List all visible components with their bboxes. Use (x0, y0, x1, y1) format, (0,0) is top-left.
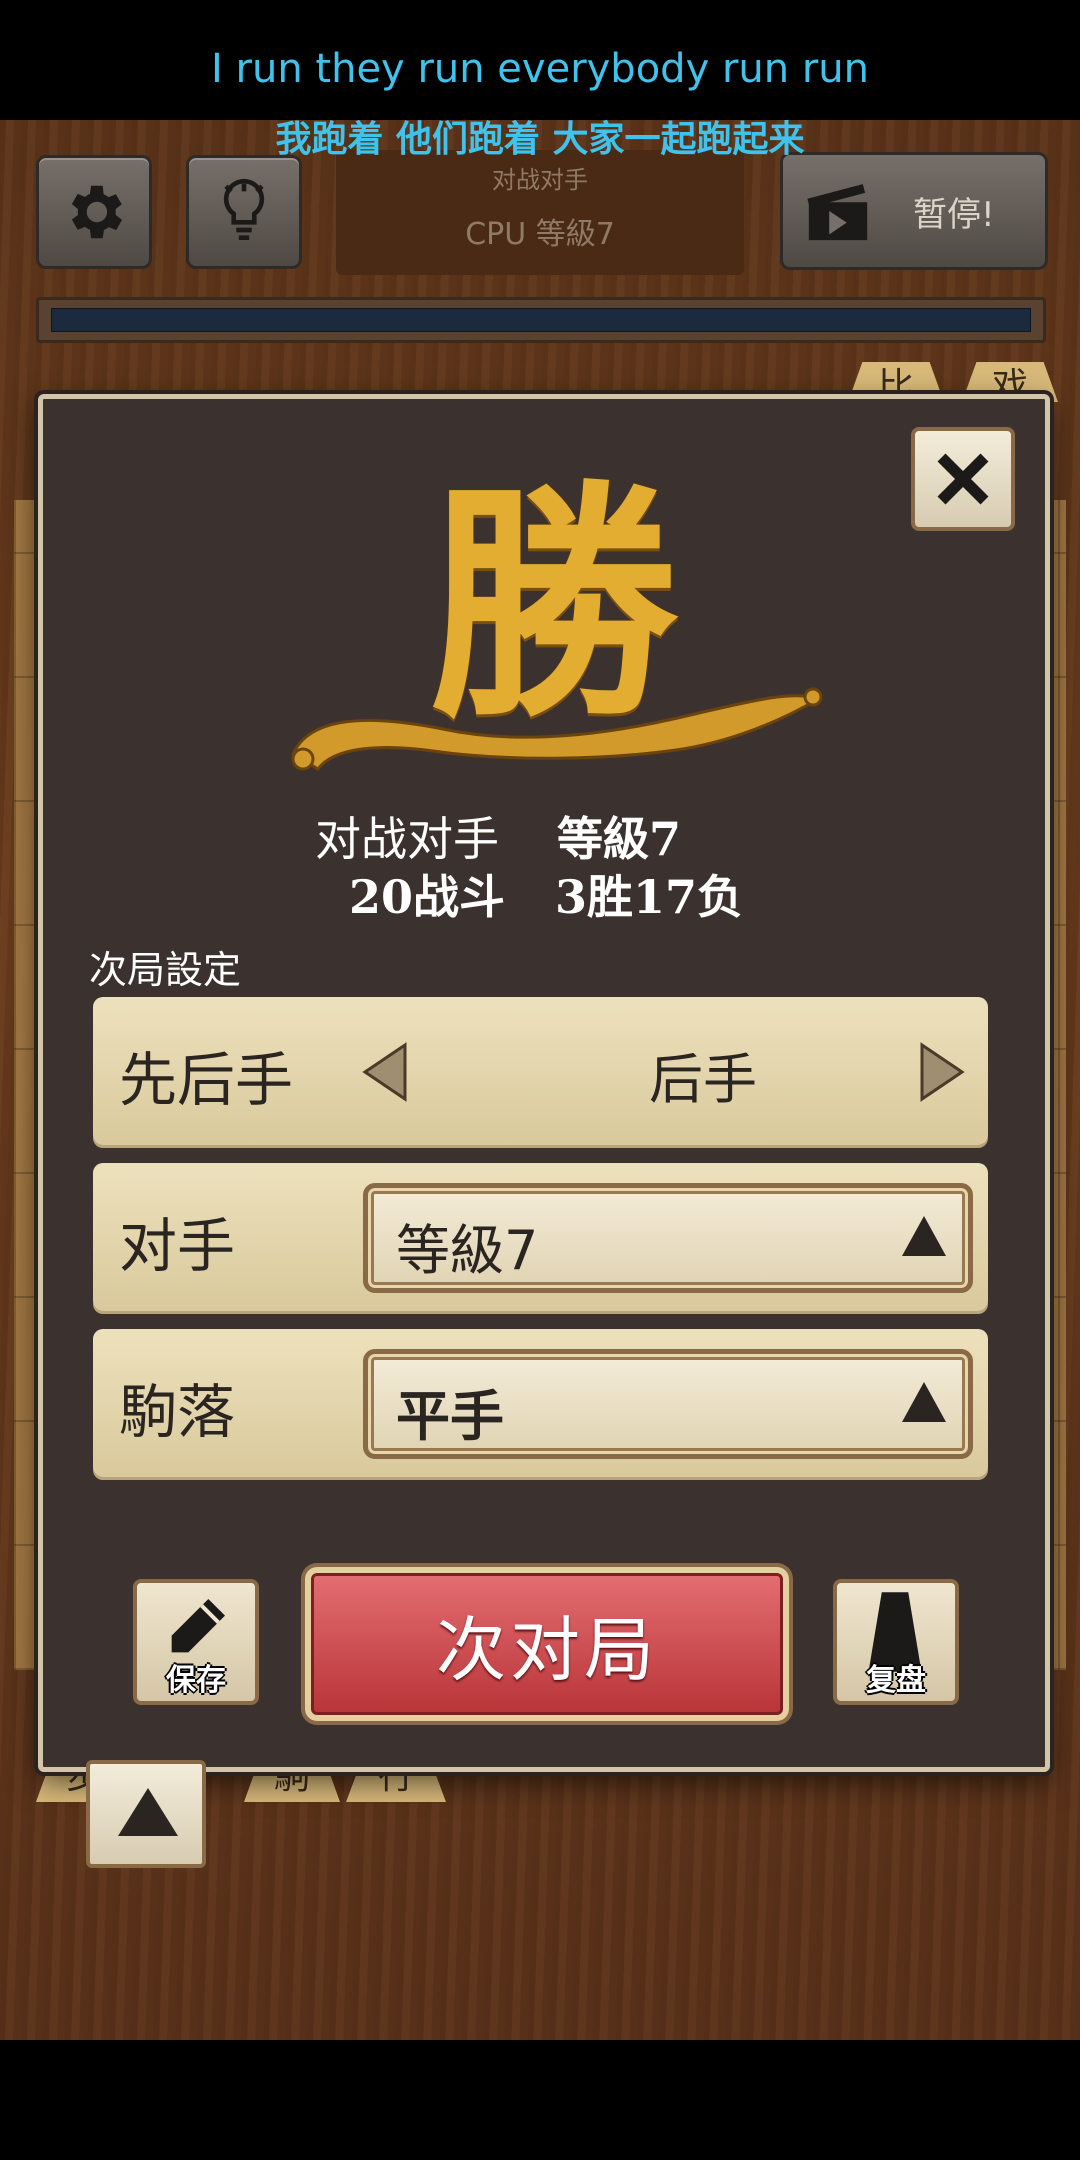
next-settings-label: 次局設定 (89, 948, 242, 992)
save-label: 保存 (166, 1663, 226, 1698)
stats-opponent-level: 等級7 (557, 812, 682, 866)
next-game-button[interactable]: 次对局 (305, 1567, 789, 1721)
opponent-info-box: 对战对手 CPU 等級7 (336, 150, 744, 275)
arrow-left-icon[interactable] (361, 1041, 409, 1103)
subtitle-line-2: 我跑着 他们跑着 大家一起跑起来 (275, 119, 805, 160)
opponent-value: CPU 等級7 (465, 217, 615, 252)
pause-button[interactable]: 暂停! (780, 152, 1048, 270)
progress-bar (36, 297, 1046, 343)
close-icon (937, 453, 989, 505)
stats-opponent-label: 对战对手 (315, 812, 499, 866)
opponent-setting-label: 对手 (119, 1212, 236, 1280)
pause-label: 暂停! (913, 194, 995, 235)
arrow-right-icon[interactable] (918, 1041, 966, 1103)
handicap-label: 駒落 (119, 1378, 236, 1446)
flourish-icon (291, 687, 823, 771)
gear-icon (71, 185, 122, 239)
turn-order-panel: 先后手 后手 (93, 997, 988, 1145)
hint-button[interactable] (186, 155, 302, 269)
bottom-black-bar (0, 2040, 1080, 2160)
settings-button[interactable] (36, 155, 152, 269)
opponent-dropdown-value: 等級7 (396, 1219, 539, 1282)
save-button[interactable]: 保存 (133, 1579, 259, 1705)
close-button[interactable] (911, 427, 1015, 531)
handicap-dropdown-value: 平手 (396, 1384, 504, 1448)
result-dialog: 勝 对战对手 等級7 20战斗 3胜17负 次局設定 先后手 后手 对手 等級7 (38, 394, 1050, 1772)
scroll-up-button[interactable] (86, 1760, 206, 1868)
triangle-up-icon (902, 1216, 946, 1256)
handicap-panel: 駒落 平手 (93, 1329, 988, 1477)
triangle-up-icon (118, 1788, 178, 1836)
opponent-label: 对战对手 (492, 166, 588, 194)
handicap-dropdown[interactable]: 平手 (363, 1349, 973, 1459)
clapperboard-icon (807, 184, 868, 241)
opponent-panel: 对手 等級7 (93, 1163, 988, 1311)
triangle-up-icon (902, 1382, 946, 1422)
lightbulb-icon (223, 178, 265, 241)
review-label: 复盘 (866, 1663, 926, 1698)
review-button[interactable]: 复盘 (833, 1579, 959, 1705)
stats-battles: 20战斗 (349, 870, 506, 924)
turn-order-label: 先后手 (119, 1046, 294, 1114)
stats-record: 3胜17负 (555, 870, 744, 924)
opponent-dropdown[interactable]: 等級7 (363, 1183, 973, 1293)
subtitle-line-1: I run they run everybody run run (211, 46, 869, 92)
turn-order-value: 后手 (649, 1048, 757, 1111)
win-emblem: 勝 (273, 469, 833, 779)
